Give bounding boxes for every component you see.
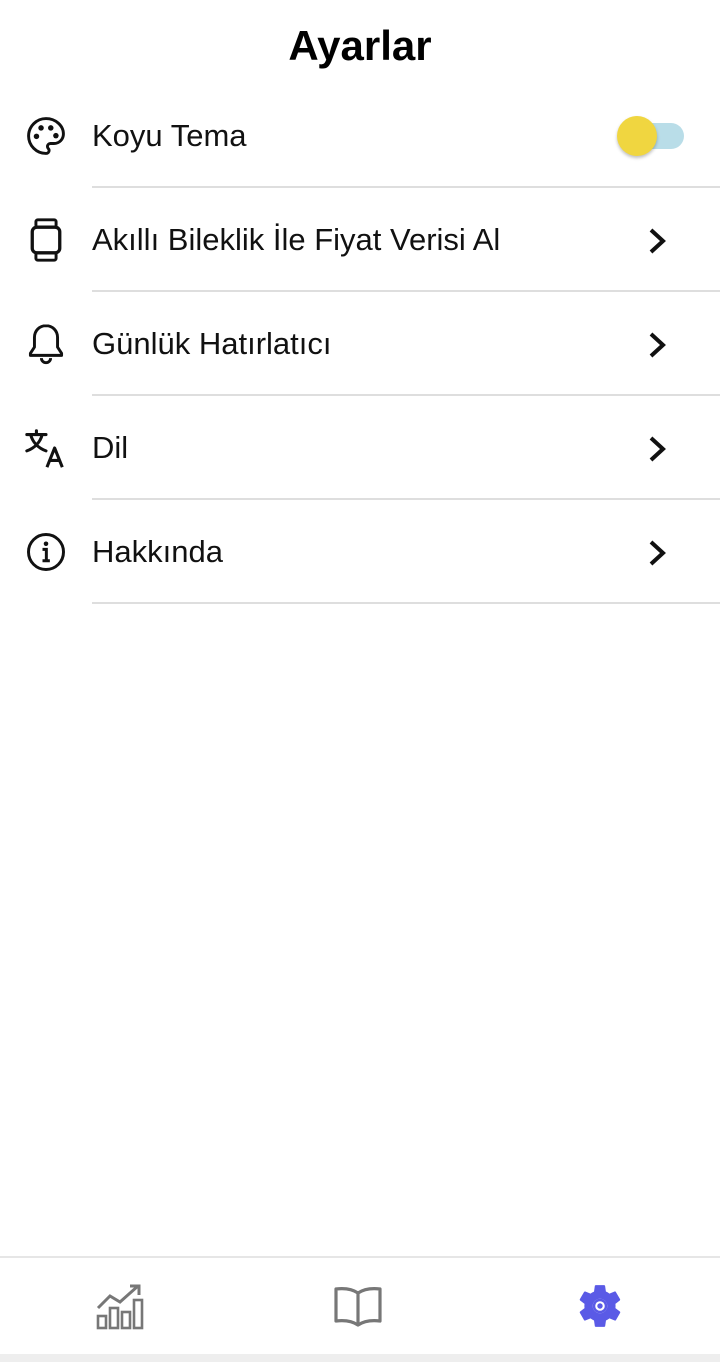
page-title: Ayarlar [288, 22, 432, 69]
setting-dark-theme[interactable]: Koyu Tema [0, 84, 720, 188]
info-icon [22, 528, 70, 576]
bottom-navigation [0, 1256, 720, 1356]
settings-list: Koyu Tema Akıllı Bileklik İle Fiyat Veri… [0, 84, 720, 604]
bell-icon [22, 320, 70, 368]
toggle-thumb [617, 116, 657, 156]
gear-icon [575, 1281, 625, 1336]
chevron-right-icon [640, 224, 674, 258]
smartwatch-icon [22, 216, 70, 264]
translate-icon [22, 424, 70, 472]
nav-settings-button[interactable] [570, 1278, 630, 1338]
setting-label: Günlük Hatırlatıcı [92, 326, 332, 361]
setting-about[interactable]: Hakkında [0, 500, 720, 604]
system-nav-strip [0, 1354, 720, 1362]
chevron-right-icon [640, 328, 674, 362]
dark-theme-toggle[interactable] [616, 116, 686, 156]
nav-chart-button[interactable] [90, 1278, 150, 1338]
chart-icon [94, 1280, 146, 1337]
chevron-right-icon [640, 536, 674, 570]
chevron-right-icon [640, 432, 674, 466]
nav-book-button[interactable] [328, 1278, 388, 1338]
setting-smartwatch[interactable]: Akıllı Bileklik İle Fiyat Verisi Al [0, 188, 720, 292]
setting-label: Koyu Tema [92, 118, 247, 153]
book-icon [332, 1283, 384, 1334]
setting-label: Hakkında [92, 534, 223, 569]
setting-label: Akıllı Bileklik İle Fiyat Verisi Al [92, 222, 501, 257]
setting-language[interactable]: Dil [0, 396, 720, 500]
setting-daily-reminder[interactable]: Günlük Hatırlatıcı [0, 292, 720, 396]
setting-label: Dil [92, 430, 129, 465]
divider [92, 602, 720, 604]
palette-icon [22, 112, 70, 160]
